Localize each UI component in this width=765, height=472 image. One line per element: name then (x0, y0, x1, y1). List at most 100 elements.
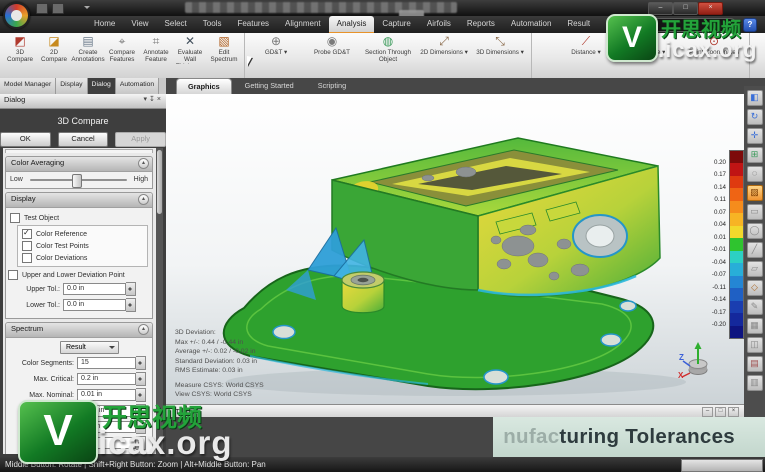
menu-tab-analysis[interactable]: Analysis (329, 16, 375, 33)
scale-segment (730, 251, 743, 263)
pan-view-icon[interactable]: ✛ (747, 128, 763, 144)
app-logo[interactable] (3, 2, 30, 29)
ribbon-button-2d-compare[interactable]: ◪2D Compare (37, 34, 71, 63)
quick-access-undo-icon[interactable] (52, 3, 64, 14)
field-input[interactable]: 15 (77, 357, 136, 369)
ribbon-button-3d-compare[interactable]: ◩3D Compare (3, 34, 37, 63)
cancel-button[interactable]: Cancel (58, 132, 109, 147)
scale-segment (730, 238, 743, 250)
collapse-icon[interactable]: ▴ (138, 194, 149, 205)
select-flood-icon[interactable]: ▦ (747, 318, 763, 334)
spectrum-mode-select[interactable]: Result (60, 341, 119, 354)
averaging-slider[interactable] (30, 179, 127, 181)
select-lasso-icon[interactable]: ▱ (747, 261, 763, 277)
ribbon-button-probe-gd-t[interactable]: ◉Probe GD&T (304, 34, 360, 56)
select-rectangle-icon[interactable]: ▭ (747, 204, 763, 220)
close-table-icon[interactable]: × (728, 407, 739, 417)
graphics-viewport[interactable]: 3D Deviation:Max +/-: 0.44 / -0.44 inAve… (166, 94, 745, 404)
panel-tab-display[interactable]: Display (56, 78, 87, 94)
checkbox-icon[interactable] (10, 213, 20, 223)
spinner-icon[interactable] (136, 372, 146, 386)
menu-tab-tools[interactable]: Tools (195, 16, 230, 33)
view-cube-icon[interactable]: ◧ (747, 90, 763, 106)
option-color-test-points[interactable]: Color Test Points (22, 241, 143, 251)
color-scale-bar (729, 150, 744, 339)
menu-tab-alignment[interactable]: Alignment (277, 16, 329, 33)
panel-tab-automation[interactable]: Automation (116, 78, 159, 94)
minimize-table-icon[interactable]: – (702, 407, 713, 417)
checkbox-icon[interactable] (22, 253, 32, 263)
color-averaging-header[interactable]: Color Averaging ▴ (6, 157, 152, 172)
ribbon-button-create-annotations[interactable]: ▤Create Annotations (71, 34, 105, 63)
apply-button[interactable]: Apply (115, 132, 166, 147)
test-object-checkbox-row[interactable]: Test Object (10, 213, 148, 223)
ok-button[interactable]: OK (0, 132, 51, 147)
spinner-icon[interactable] (126, 298, 136, 312)
scrollbar-thumb[interactable] (157, 150, 162, 214)
panel-tab-dialog[interactable]: Dialog (88, 78, 116, 94)
ribbon-button-gd-t[interactable]: ⊕GD&T ▾ (248, 34, 304, 56)
stats-line: Average +/-: 0.02 / -0.02 in (175, 347, 264, 357)
zoom-fit-icon[interactable]: ⊞ (747, 147, 763, 163)
viewport-toolbar: ◧ ↻ ✛ ⊞ ◌ ▨ ▭ ◯ ╱ ▱ ◇ ✎ ▦ ◫ ▤ ▥ (744, 86, 765, 417)
select-custom-region-icon[interactable]: ◫ (747, 337, 763, 353)
collapse-icon[interactable]: ▴ (138, 158, 149, 169)
display-header[interactable]: Display ▴ (6, 193, 152, 208)
option-color-deviations[interactable]: Color Deviations (22, 253, 143, 263)
clear-selection-icon[interactable]: ▥ (747, 375, 763, 391)
menu-tab-automation[interactable]: Automation (503, 16, 559, 33)
create-annotations-icon: ▤ (82, 35, 93, 48)
dialog-title: 3D Compare (0, 116, 166, 126)
rotate-view-icon[interactable]: ↻ (747, 109, 763, 125)
select-paintbrush-icon[interactable]: ✎ (747, 299, 763, 315)
slider-thumb[interactable] (72, 174, 82, 188)
ribbon-button-evaluate-wall-thickness[interactable]: ✕Evaluate Wall Thickness (173, 34, 207, 64)
ribbon-button-edit-spectrum[interactable]: ▧Edit Spectrum (207, 34, 241, 63)
spinner-icon[interactable] (126, 282, 136, 296)
viewport-tab-getting-started[interactable]: Getting Started (234, 78, 305, 94)
upper-lower-checkbox-row[interactable]: Upper and Lower Deviation Point (8, 270, 148, 280)
menu-tab-airfoils[interactable]: Airfoils (419, 16, 459, 33)
ribbon-button-2d-dimensions[interactable]: ⤢2D Dimensions ▾ (416, 34, 472, 56)
checkbox-icon[interactable] (22, 241, 32, 251)
select-ellipse-icon[interactable]: ◯ (747, 223, 763, 239)
ribbon-button-compare-features[interactable]: ⌖Compare Features (105, 34, 139, 63)
menu-tab-reports[interactable]: Reports (459, 16, 503, 33)
maximize-table-icon[interactable]: □ (715, 407, 726, 417)
option-color-reference[interactable]: Color Reference (22, 229, 143, 239)
quick-access-save-icon[interactable] (36, 3, 48, 14)
ribbon-button-3d-dimensions[interactable]: ⤡3D Dimensions ▾ (472, 34, 528, 56)
scale-segment (730, 301, 743, 313)
field-input[interactable]: 0.0 in (63, 299, 126, 311)
close-panel-icon[interactable]: × (157, 96, 163, 103)
select-polygon-icon[interactable]: ◇ (747, 280, 763, 296)
menu-tab-view[interactable]: View (123, 16, 156, 33)
field-input[interactable]: 0.0 in (63, 283, 126, 295)
menu-tab-capture[interactable]: Capture (374, 16, 418, 33)
collapse-icon[interactable]: ▴ (138, 324, 149, 335)
checkbox-icon[interactable] (8, 270, 18, 280)
stats-line: RMS Estimate: 0.03 in (175, 366, 264, 376)
ribbon-button-section-through-object[interactable]: ◍Section Through Object (360, 34, 416, 63)
field-input[interactable]: 0.2 in (77, 373, 136, 385)
magnify-icon[interactable]: ◌ (747, 166, 763, 182)
scale-tick-label: 0.07 (714, 209, 726, 216)
panel-tab-model-manager[interactable]: Model Manager (0, 78, 56, 94)
select-line-icon[interactable]: ╱ (747, 242, 763, 258)
dialog-panel-title: Dialog (4, 95, 25, 104)
menu-tab-result[interactable]: Result (559, 16, 598, 33)
checkbox-icon[interactable] (22, 229, 32, 239)
menu-tab-features[interactable]: Features (229, 16, 277, 33)
pin-icon[interactable]: ↧ (149, 96, 157, 103)
lock-selection-icon[interactable]: ▤ (747, 356, 763, 372)
spectrum-icon[interactable]: ▨ (747, 185, 763, 201)
dimensions-3d-icon: ⤡ (495, 35, 505, 48)
menu-tab-home[interactable]: Home (86, 16, 123, 33)
quick-access-dropdown-icon[interactable] (84, 6, 90, 12)
viewport-tab-scripting[interactable]: Scripting (307, 78, 357, 94)
menu-tab-select[interactable]: Select (157, 16, 195, 33)
ribbon-button-annotate-feature[interactable]: ⌗Annotate Feature (139, 34, 173, 63)
spectrum-header[interactable]: Spectrum ▴ (6, 323, 152, 338)
viewport-tab-graphics[interactable]: Graphics (176, 78, 232, 94)
spinner-icon[interactable] (136, 356, 146, 370)
